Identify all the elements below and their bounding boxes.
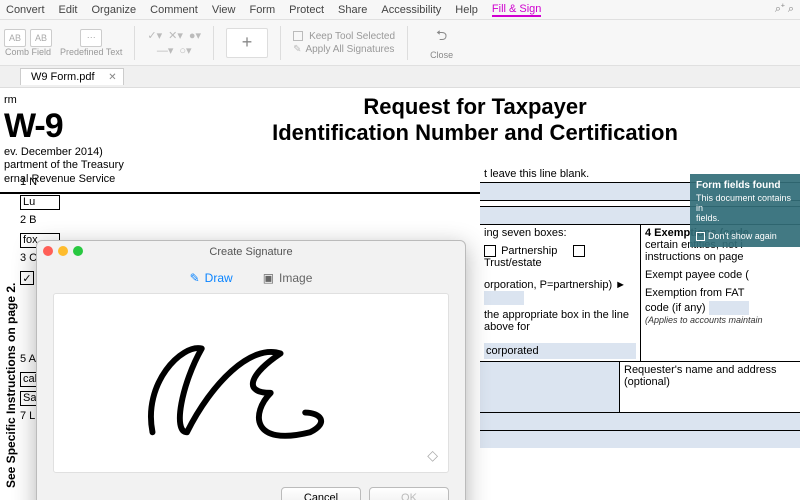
form-label-rm: rm [4, 94, 150, 107]
exempt-fatca: Exemption from FAT [645, 287, 796, 299]
predefined-text-label: Predefined Text [60, 47, 122, 57]
corporated-field[interactable]: corporated [484, 343, 636, 359]
toolbar-separator-3 [280, 26, 281, 60]
appropriate-text: the appropriate box in the line above fo… [484, 309, 636, 333]
menu-view[interactable]: View [212, 4, 236, 16]
comb-field-tool[interactable]: AB AB Comb Field [4, 29, 52, 57]
pencil-icon: ✎ [190, 271, 200, 285]
form-revision: ev. December 2014) [4, 146, 150, 159]
predefined-text-tool[interactable]: ⋯ Predefined Text [60, 29, 122, 57]
menu-organize[interactable]: Organize [92, 4, 137, 16]
seven-boxes-text: ing seven boxes: [484, 227, 636, 239]
form-title-2: Identification Number and Certification [150, 120, 800, 146]
toolbar-separator-2 [213, 26, 214, 60]
exempt-payee: Exempt payee code ( [645, 269, 796, 281]
tab-close-icon[interactable]: ✕ [108, 72, 116, 83]
apply-all-signatures[interactable]: ✎Apply All Signatures [293, 44, 395, 55]
signature-canvas[interactable]: ◇ [53, 293, 449, 473]
form-number: W-9 [4, 107, 150, 146]
form-title-1: Request for Taxpayer [150, 94, 800, 120]
menu-protect[interactable]: Protect [289, 4, 324, 16]
menu-help[interactable]: Help [455, 4, 478, 16]
ok-button[interactable]: OK [369, 487, 449, 500]
menu-share[interactable]: Share [338, 4, 367, 16]
image-icon: ▣ [263, 271, 274, 285]
toolbar-separator-4 [407, 26, 408, 60]
corp-line: orporation, P=partnership) ► [484, 279, 626, 291]
toolbar: AB AB Comb Field ⋯ Predefined Text ✓▾ ✕▾… [0, 20, 800, 66]
cancel-button[interactable]: Cancel [281, 487, 361, 500]
menu-fill-sign[interactable]: Fill & Sign [492, 3, 542, 17]
menu-edit[interactable]: Edit [59, 4, 78, 16]
trust-checkbox[interactable] [573, 245, 585, 257]
window-traffic-lights[interactable] [43, 246, 83, 256]
form-fields-toast: Form fields found This document contains… [690, 174, 800, 247]
close-icon: ⮌ [436, 25, 447, 49]
toast-title: Form fields found [696, 180, 794, 191]
toast-body: This document contains in [696, 193, 794, 213]
window-minimize-icon[interactable] [58, 246, 68, 256]
partnership-checkbox[interactable] [484, 245, 496, 257]
dialog-titlebar[interactable]: Create Signature [37, 241, 465, 263]
document-viewport: rm W-9 ev. December 2014) partment of th… [0, 88, 800, 500]
corp-field[interactable] [484, 291, 524, 305]
tab-bar: W9 Form.pdf ✕ [0, 66, 800, 88]
window-zoom-icon[interactable] [73, 246, 83, 256]
keep-tool-checkbox[interactable]: Keep Tool Selected [293, 31, 395, 42]
pen-icon: ✎ [293, 44, 301, 55]
code-field[interactable] [709, 301, 749, 315]
tab-label: W9 Form.pdf [31, 71, 95, 83]
close-panel-button[interactable]: ⮌ Close [430, 25, 453, 60]
predefined-text-icon: ⋯ [80, 29, 102, 47]
menu-accessibility[interactable]: Accessibility [381, 4, 441, 16]
ab-icon-1: AB [4, 29, 26, 47]
toolbar-separator [134, 26, 135, 60]
x-icon[interactable]: ✕▾ [168, 29, 183, 42]
bullet-icon[interactable]: ●▾ [189, 29, 201, 42]
add-button[interactable]: + [226, 28, 268, 58]
menu-bar: Convert Edit Organize Comment View Form … [0, 0, 800, 20]
check-icon[interactable]: ✓▾ [147, 29, 162, 42]
code-if-any: code (if any) [645, 302, 706, 314]
menu-form[interactable]: Form [249, 4, 275, 16]
tab-w9[interactable]: W9 Form.pdf ✕ [20, 68, 124, 85]
col4-line2: instructions on page [645, 251, 796, 263]
tab-image[interactable]: ▣ Image [263, 271, 313, 285]
partnership-label: Partnership [501, 245, 557, 257]
menu-comment[interactable]: Comment [150, 4, 198, 16]
tab-draw[interactable]: ✎ Draw [190, 271, 233, 285]
requester-label: Requester's name and address (optional) [620, 362, 800, 412]
dialog-title: Create Signature [209, 246, 292, 258]
eraser-icon[interactable]: ◇ [427, 447, 438, 464]
zoom-controls[interactable]: ⌕⁺ ⌕ [775, 3, 794, 16]
form-dept: partment of the Treasury [4, 159, 150, 172]
create-signature-dialog: Create Signature ✎ Draw ▣ Image ◇ Cancel… [36, 240, 466, 500]
toast-body-2: fields. [696, 213, 794, 223]
trust-label: Trust/estate [484, 257, 542, 269]
window-close-icon[interactable] [43, 246, 53, 256]
comb-field-label: Comb Field [5, 47, 51, 57]
toast-dont-show[interactable]: Don't show again [696, 231, 794, 241]
dash-icon[interactable]: —▾ [157, 44, 174, 57]
ab-icon-2: AB [30, 29, 52, 47]
circle-icon[interactable]: ○▾ [179, 44, 191, 57]
applies-note: (Applies to accounts maintain [645, 315, 796, 325]
menu-convert[interactable]: Convert [6, 4, 45, 16]
sidebar-instruction: See Specific Instructions on page 2. [4, 283, 18, 488]
